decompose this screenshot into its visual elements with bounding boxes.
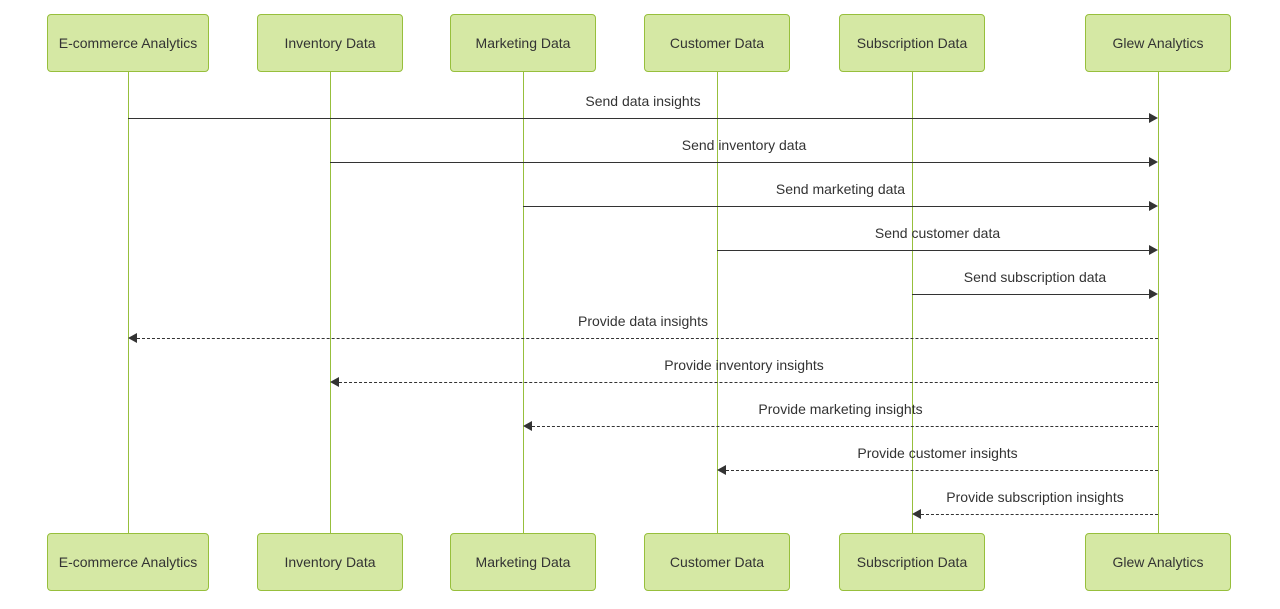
- message-arrow-0: [128, 118, 1149, 119]
- participant-sub-bottom: Subscription Data: [839, 533, 985, 591]
- participant-ecom-top: E-commerce Analytics: [47, 14, 209, 72]
- lifeline-inv: [330, 72, 331, 533]
- participant-label: Glew Analytics: [1112, 35, 1203, 51]
- participant-label: Marketing Data: [476, 554, 571, 570]
- participant-inv-bottom: Inventory Data: [257, 533, 403, 591]
- participant-label: E-commerce Analytics: [59, 554, 197, 570]
- arrow-left-icon: [717, 465, 726, 475]
- arrow-right-icon: [1149, 245, 1158, 255]
- participant-cust-top: Customer Data: [644, 14, 790, 72]
- arrow-right-icon: [1149, 157, 1158, 167]
- lifeline-glew: [1158, 72, 1159, 533]
- arrow-left-icon: [912, 509, 921, 519]
- message-arrow-1: [330, 162, 1149, 163]
- participant-mkt-top: Marketing Data: [450, 14, 596, 72]
- lifeline-ecom: [128, 72, 129, 533]
- participant-sub-top: Subscription Data: [839, 14, 985, 72]
- message-arrow-3: [717, 250, 1149, 251]
- participant-cust-bottom: Customer Data: [644, 533, 790, 591]
- message-arrow-6: [339, 382, 1158, 383]
- message-arrow-4: [912, 294, 1149, 295]
- message-arrow-8: [726, 470, 1158, 471]
- message-label-0: Send data insights: [585, 93, 700, 109]
- participant-label: Glew Analytics: [1112, 554, 1203, 570]
- message-label-5: Provide data insights: [578, 313, 708, 329]
- arrow-right-icon: [1149, 201, 1158, 211]
- message-label-9: Provide subscription insights: [946, 489, 1123, 505]
- message-arrow-9: [921, 514, 1158, 515]
- message-label-3: Send customer data: [875, 225, 1000, 241]
- participant-label: Inventory Data: [284, 35, 375, 51]
- arrow-right-icon: [1149, 113, 1158, 123]
- participant-label: Customer Data: [670, 554, 764, 570]
- lifeline-sub: [912, 72, 913, 533]
- arrow-left-icon: [330, 377, 339, 387]
- participant-inv-top: Inventory Data: [257, 14, 403, 72]
- message-label-1: Send inventory data: [682, 137, 807, 153]
- message-arrow-5: [137, 338, 1158, 339]
- message-arrow-2: [523, 206, 1149, 207]
- participant-glew-bottom: Glew Analytics: [1085, 533, 1231, 591]
- message-label-4: Send subscription data: [964, 269, 1106, 285]
- participant-label: Subscription Data: [857, 35, 968, 51]
- lifeline-mkt: [523, 72, 524, 533]
- participant-label: E-commerce Analytics: [59, 35, 197, 51]
- message-arrow-7: [532, 426, 1158, 427]
- arrow-left-icon: [128, 333, 137, 343]
- message-label-7: Provide marketing insights: [758, 401, 922, 417]
- participant-ecom-bottom: E-commerce Analytics: [47, 533, 209, 591]
- message-label-8: Provide customer insights: [857, 445, 1017, 461]
- arrow-right-icon: [1149, 289, 1158, 299]
- participant-label: Subscription Data: [857, 554, 968, 570]
- participant-label: Marketing Data: [476, 35, 571, 51]
- participant-mkt-bottom: Marketing Data: [450, 533, 596, 591]
- arrow-left-icon: [523, 421, 532, 431]
- message-label-6: Provide inventory insights: [664, 357, 824, 373]
- participant-label: Inventory Data: [284, 554, 375, 570]
- participant-glew-top: Glew Analytics: [1085, 14, 1231, 72]
- participant-label: Customer Data: [670, 35, 764, 51]
- message-label-2: Send marketing data: [776, 181, 905, 197]
